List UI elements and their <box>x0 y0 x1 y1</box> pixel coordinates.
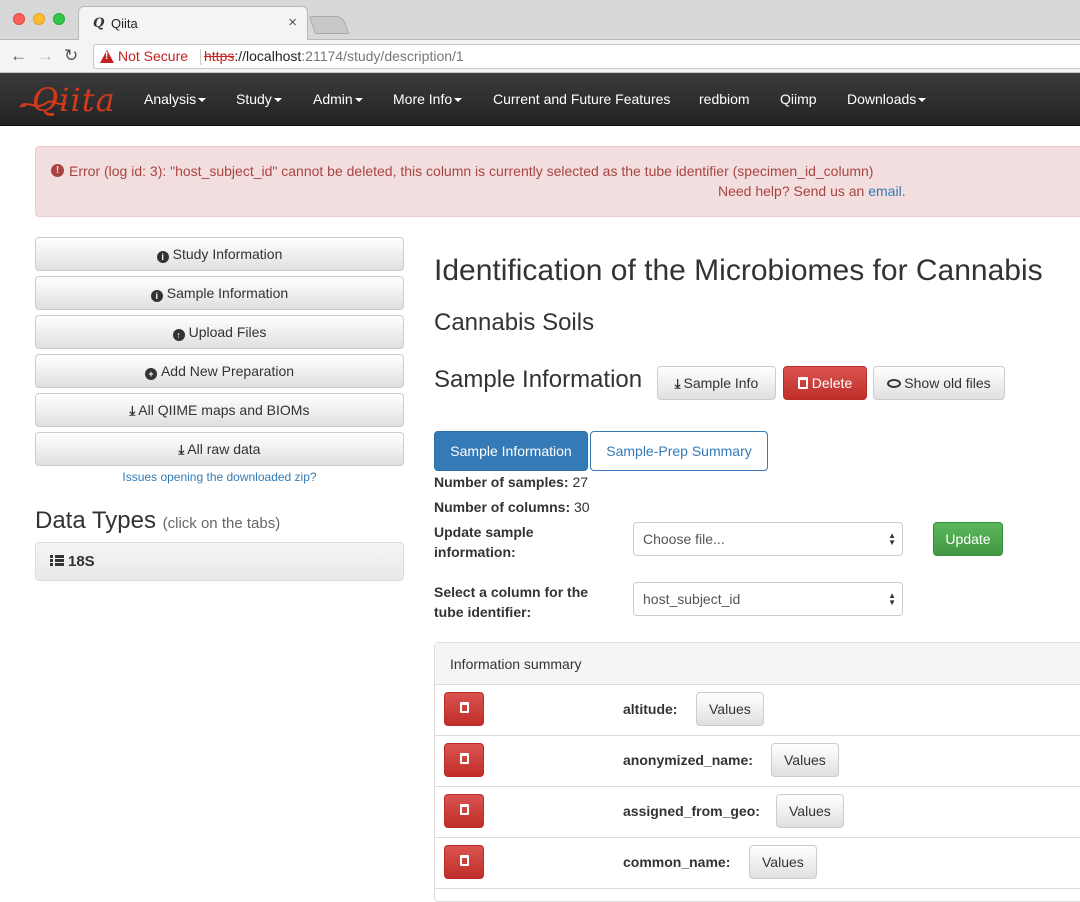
column-name: common_name: <box>623 854 731 870</box>
nav-more-info[interactable]: More Info <box>393 91 463 107</box>
browser-tabbar: Q Qiita × <box>0 0 1080 40</box>
study-title: Identification of the Microbiomes for Ca… <box>434 254 1043 287</box>
number-of-samples: Number of samples: 27 <box>434 474 589 490</box>
back-arrow-icon[interactable]: ← <box>10 46 27 66</box>
security-label[interactable]: Not Secure <box>118 45 188 68</box>
nav-qiimp[interactable]: Qiimp <box>780 91 817 107</box>
column-name: anonymized_name: <box>623 752 753 768</box>
close-window-button[interactable] <box>13 13 25 25</box>
list-icon <box>50 555 64 567</box>
tube-identifier-label: Select a column for the tube identifier: <box>434 584 589 620</box>
zoom-window-button[interactable] <box>53 13 65 25</box>
url-text[interactable]: https://localhost:21174/study/descriptio… <box>204 45 464 68</box>
table-row: common_name: Values <box>435 838 1080 889</box>
delete-column-button[interactable] <box>444 845 484 879</box>
main-navbar: Qiita Analysis Study Admin More Info Cur… <box>0 73 1080 126</box>
browser-tab[interactable]: Q Qiita × <box>78 6 308 40</box>
info-circle-icon: i <box>150 290 163 302</box>
qiita-favicon-icon: Q <box>93 16 105 31</box>
download-icon: ⤓ <box>129 403 136 418</box>
values-button[interactable]: Values <box>771 743 839 777</box>
values-button[interactable]: Values <box>776 794 844 828</box>
error-alert: ! Error (log id: 3): "host_subject_id" c… <box>35 146 1080 217</box>
sample-information-heading: Sample Information <box>434 366 643 393</box>
select-arrows-icon: ▲ ▼ <box>888 591 896 607</box>
show-old-files-button[interactable]: Show old files <box>873 366 1005 400</box>
data-type-18s-tab[interactable]: 18S <box>35 542 404 581</box>
alert-message: Error (log id: 3): "host_subject_id" can… <box>69 163 874 179</box>
eye-icon <box>887 379 902 388</box>
add-new-preparation-button[interactable]: + Add New Preparation <box>35 354 404 388</box>
tab-close-icon[interactable]: × <box>288 14 297 31</box>
download-sample-info-button[interactable]: ⤓ Sample Info <box>657 366 776 400</box>
upload-files-button[interactable]: ↑ Upload Files <box>35 315 404 349</box>
information-summary-heading: Information summary <box>435 643 1080 685</box>
values-button[interactable]: Values <box>696 692 764 726</box>
update-sample-info-label: Update sample information: <box>434 524 534 560</box>
tube-identifier-select[interactable]: host_subject_id ▲ ▼ <box>633 582 903 616</box>
nav-downloads[interactable]: Downloads <box>847 91 927 107</box>
nav-admin[interactable]: Admin <box>313 91 363 107</box>
table-row: anonymized_name: Values <box>435 736 1080 787</box>
nav-redbiom[interactable]: redbiom <box>699 91 750 107</box>
forward-arrow-icon[interactable]: → <box>37 46 54 66</box>
data-types-heading: Data Types (click on the tabs) <box>35 507 281 534</box>
column-name: assigned_from_geo: <box>623 803 760 819</box>
plus-circle-icon: + <box>144 368 157 380</box>
all-raw-data-button[interactable]: ⤓ All raw data <box>35 432 404 466</box>
table-row: altitude: Values <box>435 685 1080 736</box>
trash-icon <box>459 855 469 866</box>
minimize-window-button[interactable] <box>33 13 45 25</box>
sample-information-button[interactable]: i Sample Information <box>35 276 404 310</box>
delete-column-button[interactable] <box>444 692 484 726</box>
upload-circle-icon: ↑ <box>172 329 185 341</box>
study-alias: Cannabis Soils <box>434 309 595 336</box>
qiita-logo[interactable]: Qiita <box>14 77 124 121</box>
trash-icon <box>459 702 469 713</box>
download-icon: ⤓ <box>674 376 681 391</box>
caret-down-icon <box>918 98 927 103</box>
information-summary-panel: Information summary altitude: Values ano… <box>434 642 1080 902</box>
zip-help-link[interactable]: Issues opening the downloaded zip? <box>35 470 404 484</box>
tab-title: Qiita <box>111 16 138 31</box>
download-icon: ⤓ <box>178 442 185 457</box>
browser-toolbar: ← → ↻ ! Not Secure https://localhost:211… <box>0 40 1080 73</box>
nav-current-future-features[interactable]: Current and Future Features <box>493 91 670 107</box>
delete-column-button[interactable] <box>444 743 484 777</box>
values-button[interactable]: Values <box>749 845 817 879</box>
select-arrows-icon: ▲ ▼ <box>888 531 896 547</box>
nav-study[interactable]: Study <box>236 91 282 107</box>
caret-down-icon <box>354 98 363 103</box>
new-tab-button[interactable] <box>308 16 350 34</box>
caret-down-icon <box>454 98 463 103</box>
trash-icon <box>797 377 808 389</box>
reload-icon[interactable]: ↻ <box>64 46 78 66</box>
email-link[interactable]: email <box>868 183 901 199</box>
trash-icon <box>459 804 469 815</box>
address-bar[interactable]: ! Not Secure https://localhost:21174/stu… <box>93 44 1080 69</box>
column-name: altitude: <box>623 701 678 717</box>
caret-down-icon <box>198 98 207 103</box>
choose-file-select[interactable]: Choose file... ▲ ▼ <box>633 522 903 556</box>
tab-sample-information[interactable]: Sample Information <box>434 431 588 471</box>
delete-column-button[interactable] <box>444 794 484 828</box>
tab-sample-prep-summary[interactable]: Sample-Prep Summary <box>590 431 768 471</box>
update-button[interactable]: Update <box>933 522 1003 556</box>
nav-analysis[interactable]: Analysis <box>144 91 207 107</box>
alert-help: Need help? Send us an email. <box>718 183 906 199</box>
delete-sample-info-button[interactable]: Delete <box>783 366 867 400</box>
study-information-button[interactable]: i Study Information <box>35 237 404 271</box>
info-circle-icon: i <box>156 251 169 263</box>
table-row: assigned_from_geo: Values <box>435 787 1080 838</box>
number-of-columns: Number of columns: 30 <box>434 499 590 515</box>
trash-icon <box>459 753 469 764</box>
exclamation-circle-icon: ! <box>51 164 64 177</box>
all-qiime-maps-biom-button[interactable]: ⤓ All QIIME maps and BIOMs <box>35 393 404 427</box>
caret-down-icon <box>273 98 282 103</box>
